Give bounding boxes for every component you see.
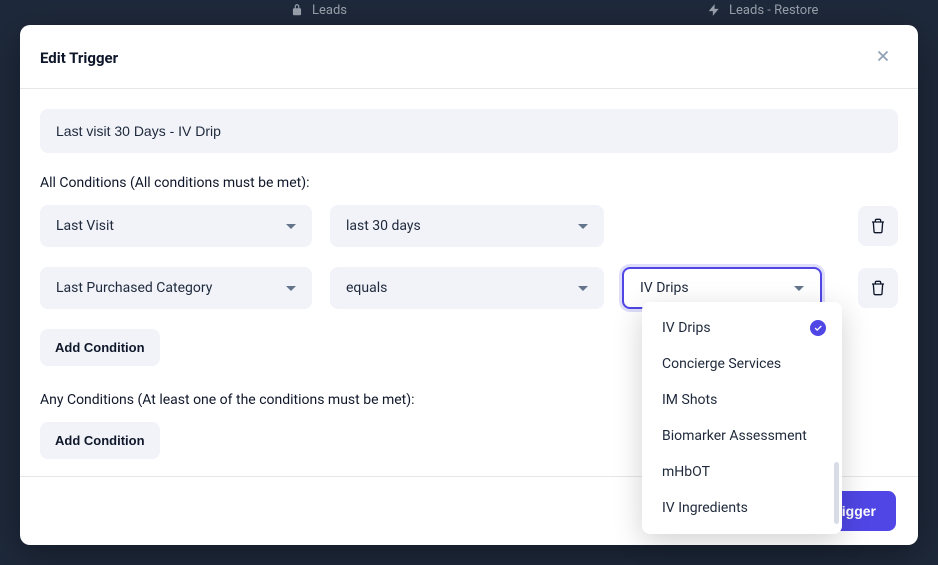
lock-icon [290, 3, 304, 17]
dropdown-option[interactable]: Concierge Services [642, 346, 842, 382]
background-tabs: Leads Leads - Restore [0, 0, 938, 20]
condition-field-select[interactable]: Last Visit [40, 205, 312, 247]
delete-condition-button[interactable] [858, 206, 898, 246]
bg-tab-leads-restore: Leads - Restore [697, 0, 828, 20]
trash-icon [870, 218, 886, 234]
modal-header: Edit Trigger [20, 25, 918, 89]
dropdown-option[interactable]: IV Ingredients [642, 490, 842, 526]
delete-condition-button[interactable] [858, 268, 898, 308]
chevron-down-icon [578, 286, 588, 291]
option-label: IM Shots [662, 392, 717, 408]
select-value: last 30 days [346, 218, 421, 234]
chevron-down-icon [578, 224, 588, 229]
chevron-down-icon [794, 286, 804, 291]
select-value: Last Visit [56, 218, 114, 234]
trash-icon [870, 280, 886, 296]
option-label: IV Drips [662, 320, 711, 336]
option-label: Concierge Services [662, 356, 781, 372]
option-label: IV Ingredients [662, 500, 748, 516]
select-value: equals [346, 280, 387, 296]
bg-tab-label: Leads - Restore [729, 3, 818, 18]
value-dropdown: IV Drips Concierge Services IM Shots Bio… [642, 302, 842, 534]
chevron-down-icon [286, 286, 296, 291]
select-value: Last Purchased Category [56, 280, 212, 296]
option-label: Biomarker Assessment [662, 428, 807, 444]
dropdown-option[interactable]: IM Shots [642, 382, 842, 418]
chevron-down-icon [286, 224, 296, 229]
condition-operator-select[interactable]: equals [330, 267, 604, 309]
condition-field-select[interactable]: Last Purchased Category [40, 267, 312, 309]
add-condition-button[interactable]: Add Condition [40, 422, 160, 459]
scrollbar[interactable] [834, 462, 839, 524]
bolt-icon [707, 3, 721, 17]
all-conditions-label: All Conditions (All conditions must be m… [40, 175, 898, 191]
check-icon [810, 320, 826, 336]
condition-row: Last Visit last 30 days [40, 205, 898, 247]
close-button[interactable] [870, 43, 896, 72]
select-value: IV Drips [640, 280, 689, 296]
trigger-name-input[interactable] [40, 109, 898, 153]
bg-tab-label: Leads [312, 3, 347, 18]
dropdown-option[interactable]: Biomarker Assessment [642, 418, 842, 454]
option-label: mHbOT [662, 464, 710, 480]
condition-operator-select[interactable]: last 30 days [330, 205, 604, 247]
dropdown-option[interactable]: IV Drips [642, 310, 842, 346]
bg-tab-leads: Leads [280, 0, 357, 20]
modal-title: Edit Trigger [40, 49, 118, 67]
close-icon [874, 47, 892, 65]
add-condition-button[interactable]: Add Condition [40, 329, 160, 366]
dropdown-option[interactable]: mHbOT [642, 454, 842, 490]
